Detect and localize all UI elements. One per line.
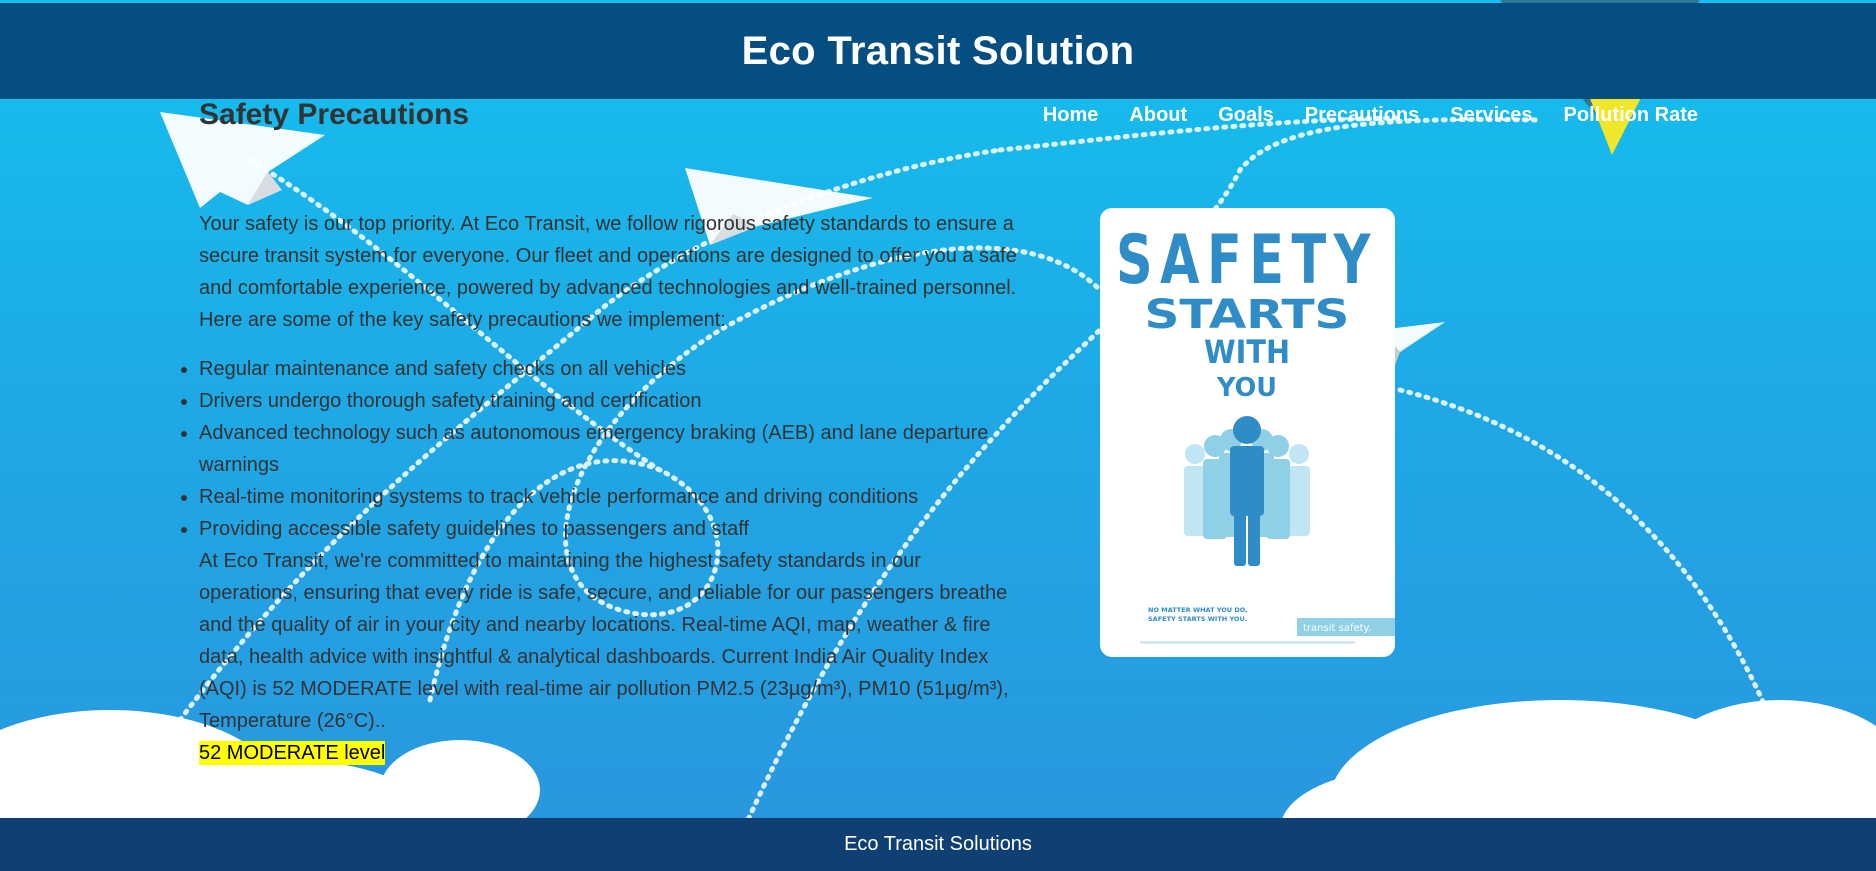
site-title: Eco Transit Solution [741, 28, 1135, 73]
poster-line-with: WITH [1204, 333, 1290, 371]
poster-tagline: NO MATTER WHAT YOU DO, [1148, 606, 1248, 614]
safety-poster-image: SAFETY STARTS WITH YOU NO MATTER WHAT YO… [1100, 208, 1395, 657]
nav-goals[interactable]: Goals [1218, 104, 1274, 127]
list-item: Drivers undergo thorough safety training… [199, 385, 1024, 417]
nav-home[interactable]: Home [1043, 104, 1099, 127]
nav-pollution-rate[interactable]: Pollution Rate [1564, 104, 1698, 127]
list-item: Advanced technology such as autonomous e… [199, 417, 1024, 481]
main-content: Your safety is our top priority. At Eco … [199, 208, 1024, 769]
precautions-list: Regular maintenance and safety checks on… [199, 353, 1024, 545]
people-group-icon [1184, 416, 1310, 566]
list-item: Providing accessible safety guidelines t… [199, 513, 1024, 545]
poster-line-safety: SAFETY [1116, 221, 1378, 300]
site-footer: Eco Transit Solutions [0, 818, 1876, 871]
footer-text: Eco Transit Solutions [844, 833, 1032, 855]
aqi-highlight: 52 MODERATE level [199, 741, 386, 765]
poster-tagline: SAFETY STARTS WITH YOU. [1148, 615, 1247, 623]
nav-about[interactable]: About [1129, 104, 1187, 127]
closing-paragraph: At Eco Transit, we're committed to maint… [199, 550, 1009, 732]
intro-paragraph: Your safety is our top priority. At Eco … [199, 213, 1017, 331]
site-header: Eco Transit Solution [0, 3, 1876, 99]
poster-badge: transit safety. [1303, 623, 1371, 634]
poster-line-you: YOU [1216, 373, 1277, 403]
poster-line-starts: STARTS [1145, 292, 1350, 338]
list-item: Regular maintenance and safety checks on… [199, 353, 1024, 385]
nav-precautions[interactable]: Precautions [1305, 104, 1419, 127]
list-item: Real-time monitoring systems to track ve… [199, 481, 1024, 513]
nav-services[interactable]: Services [1450, 104, 1532, 127]
page-title: Safety Precautions [199, 98, 470, 131]
main-nav: Home About Goals Precautions Services Po… [1043, 104, 1698, 127]
